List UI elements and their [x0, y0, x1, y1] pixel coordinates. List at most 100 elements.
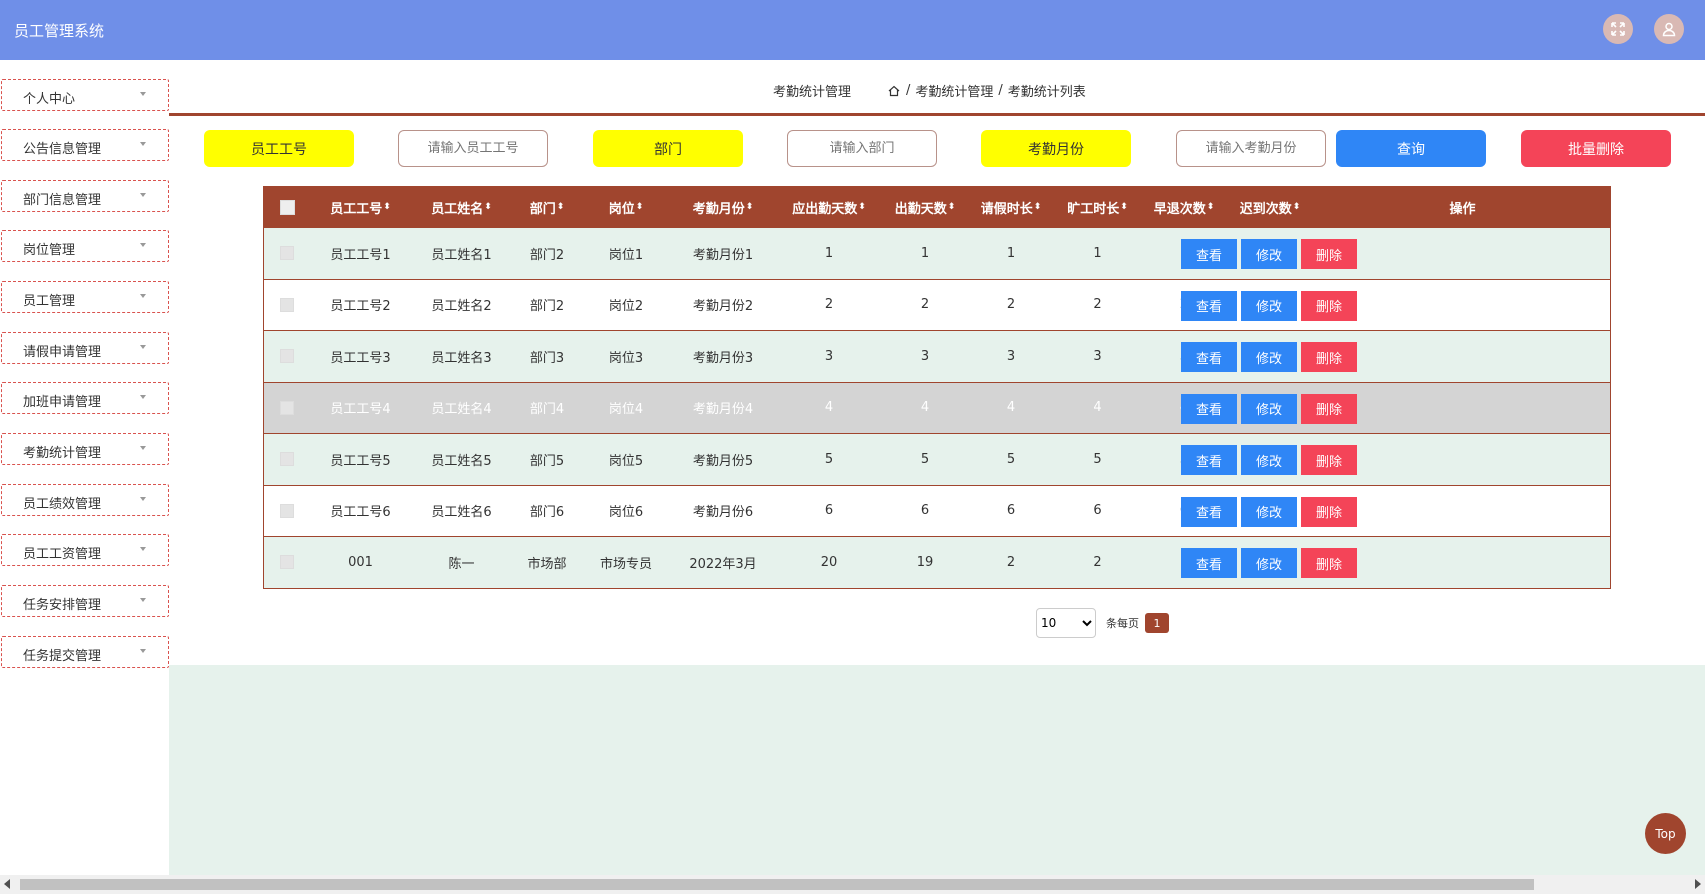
edit-button[interactable]: 修改 [1241, 496, 1297, 527]
sort-icon[interactable]: ⬍ [383, 202, 391, 212]
col-month[interactable]: 考勤月份 ⬍ [670, 187, 776, 227]
col-attended-days[interactable]: 出勤天数 ⬍ [882, 187, 968, 227]
col-position[interactable]: 岗位 ⬍ [582, 187, 670, 227]
col-required-days[interactable]: 应出勤天数 ⬍ [776, 187, 882, 227]
sidebar-item-label: 任务安排管理 [23, 598, 102, 613]
col-early-leave[interactable]: 早退次数 ⬍ [1141, 187, 1227, 227]
fullscreen-icon [1611, 22, 1625, 36]
row-checkbox[interactable] [280, 555, 294, 570]
view-button[interactable]: 查看 [1181, 239, 1237, 269]
sidebar-item-employees[interactable]: 员工管理 [1, 281, 169, 313]
scroll-right-icon[interactable] [1695, 879, 1701, 889]
delete-button[interactable]: 删除 [1301, 342, 1357, 372]
horizontal-scrollbar[interactable] [0, 875, 1705, 894]
cell-emp-name: 员工姓名2 [431, 299, 492, 315]
batch-delete-button[interactable]: 批量删除 [1521, 130, 1671, 167]
sort-icon[interactable]: ⬍ [557, 202, 565, 212]
view-button[interactable]: 查看 [1181, 445, 1237, 475]
row-checkbox[interactable] [280, 297, 294, 312]
back-to-top-button[interactable]: Top [1645, 813, 1686, 854]
sidebar-item-overtime[interactable]: 加班申请管理 [1, 382, 169, 414]
sidebar-item-performance[interactable]: 员工绩效管理 [1, 484, 169, 516]
cell-absence-hours: 6 [1093, 503, 1102, 519]
cell-emp-name: 员工姓名5 [431, 453, 492, 469]
page-number-button[interactable]: 1 [1145, 613, 1169, 633]
edit-button[interactable]: 修改 [1241, 393, 1297, 424]
edit-button[interactable]: 修改 [1241, 290, 1297, 321]
sort-icon[interactable]: ⬍ [858, 202, 866, 212]
sidebar-item-label: 岗位管理 [23, 243, 76, 258]
delete-button[interactable]: 删除 [1301, 496, 1357, 527]
cell-position: 岗位4 [608, 402, 644, 418]
edit-button[interactable]: 修改 [1241, 239, 1297, 269]
main-panel: 考勤统计管理 / 考勤统计管理 / 考勤统计列表 员工工号 部门 考勤月份 查询… [169, 60, 1705, 665]
page-size-select[interactable]: 102050100 [1036, 608, 1096, 638]
row-checkbox[interactable] [280, 246, 294, 261]
sort-icon[interactable]: ⬍ [484, 202, 492, 212]
row-checkbox[interactable] [280, 349, 294, 364]
delete-button[interactable]: 删除 [1301, 290, 1357, 321]
col-absence-hours[interactable]: 旷工时长 ⬍ [1054, 187, 1141, 227]
user-avatar-button[interactable] [1654, 14, 1684, 44]
sort-icon[interactable]: ⬍ [1207, 202, 1215, 212]
sidebar-item-departments[interactable]: 部门信息管理 [1, 180, 169, 212]
sidebar-item-task-submit[interactable]: 任务提交管理 [1, 636, 169, 668]
scrollbar-thumb[interactable] [20, 879, 1534, 890]
month-input[interactable] [1176, 130, 1326, 167]
sidebar-item-label: 员工管理 [23, 294, 76, 309]
view-button[interactable]: 查看 [1181, 342, 1237, 372]
sidebar-item-salary[interactable]: 员工工资管理 [1, 534, 169, 566]
cell-absence-hours: 5 [1093, 451, 1102, 467]
sidebar-item-label: 员工工资管理 [23, 547, 102, 562]
delete-button[interactable]: 删除 [1301, 393, 1357, 424]
delete-button[interactable]: 删除 [1301, 445, 1357, 475]
dept-input[interactable] [787, 130, 937, 167]
cell-position: 岗位3 [608, 350, 644, 366]
query-button[interactable]: 查询 [1336, 130, 1486, 167]
row-checkbox[interactable] [280, 503, 294, 518]
sort-icon[interactable]: ⬍ [948, 202, 956, 212]
fullscreen-button[interactable] [1603, 14, 1633, 44]
cell-required-days: 2 [824, 297, 834, 313]
breadcrumb: / 考勤统计管理 / 考勤统计列表 [887, 81, 1086, 100]
scroll-left-icon[interactable] [4, 879, 10, 889]
cell-emp-name: 员工姓名1 [431, 247, 492, 263]
sidebar-item-personal-center[interactable]: 个人中心 [1, 79, 169, 111]
cell-position: 岗位6 [608, 505, 644, 521]
emp-no-input[interactable] [398, 130, 548, 167]
delete-button[interactable]: 删除 [1301, 239, 1357, 269]
sidebar-item-announcements[interactable]: 公告信息管理 [1, 129, 169, 161]
edit-button[interactable]: 修改 [1241, 548, 1297, 578]
sidebar-item-attendance[interactable]: 考勤统计管理 [1, 433, 169, 465]
sort-icon[interactable]: ⬍ [1293, 202, 1301, 212]
cell-attended-days: 5 [920, 451, 930, 467]
sidebar-item-leave[interactable]: 请假申请管理 [1, 332, 169, 364]
sort-icon[interactable]: ⬍ [1120, 202, 1128, 212]
sidebar-item-task-assign[interactable]: 任务安排管理 [1, 585, 169, 617]
view-button[interactable]: 查看 [1181, 290, 1237, 321]
cell-month: 考勤月份3 [692, 350, 754, 366]
delete-button[interactable]: 删除 [1301, 548, 1357, 578]
col-late[interactable]: 迟到次数 ⬍ [1227, 187, 1313, 227]
view-button[interactable]: 查看 [1181, 548, 1237, 578]
sort-icon[interactable]: ⬍ [746, 202, 754, 212]
edit-button[interactable]: 修改 [1241, 445, 1297, 475]
breadcrumb-level1[interactable]: 考勤统计管理 [915, 81, 993, 100]
view-button[interactable]: 查看 [1181, 393, 1237, 424]
edit-button[interactable]: 修改 [1241, 342, 1297, 372]
select-all-checkbox[interactable] [279, 199, 295, 215]
col-dept[interactable]: 部门 ⬍ [512, 187, 582, 227]
col-leave-hours[interactable]: 请假时长 ⬍ [968, 187, 1054, 227]
cell-position: 岗位2 [608, 299, 644, 315]
col-emp-name[interactable]: 员工姓名 ⬍ [411, 187, 512, 227]
view-button[interactable]: 查看 [1181, 496, 1237, 527]
sort-icon[interactable]: ⬍ [1034, 202, 1042, 212]
sidebar-item-positions[interactable]: 岗位管理 [1, 230, 169, 262]
row-checkbox[interactable] [280, 400, 294, 415]
row-checkbox[interactable] [280, 452, 294, 467]
sort-icon[interactable]: ⬍ [636, 202, 644, 212]
col-emp-no[interactable]: 员工工号 ⬍ [310, 187, 411, 227]
cell-dept: 部门2 [529, 299, 565, 315]
top-header: 员工管理系统 [0, 0, 1705, 60]
home-icon[interactable] [887, 84, 901, 98]
